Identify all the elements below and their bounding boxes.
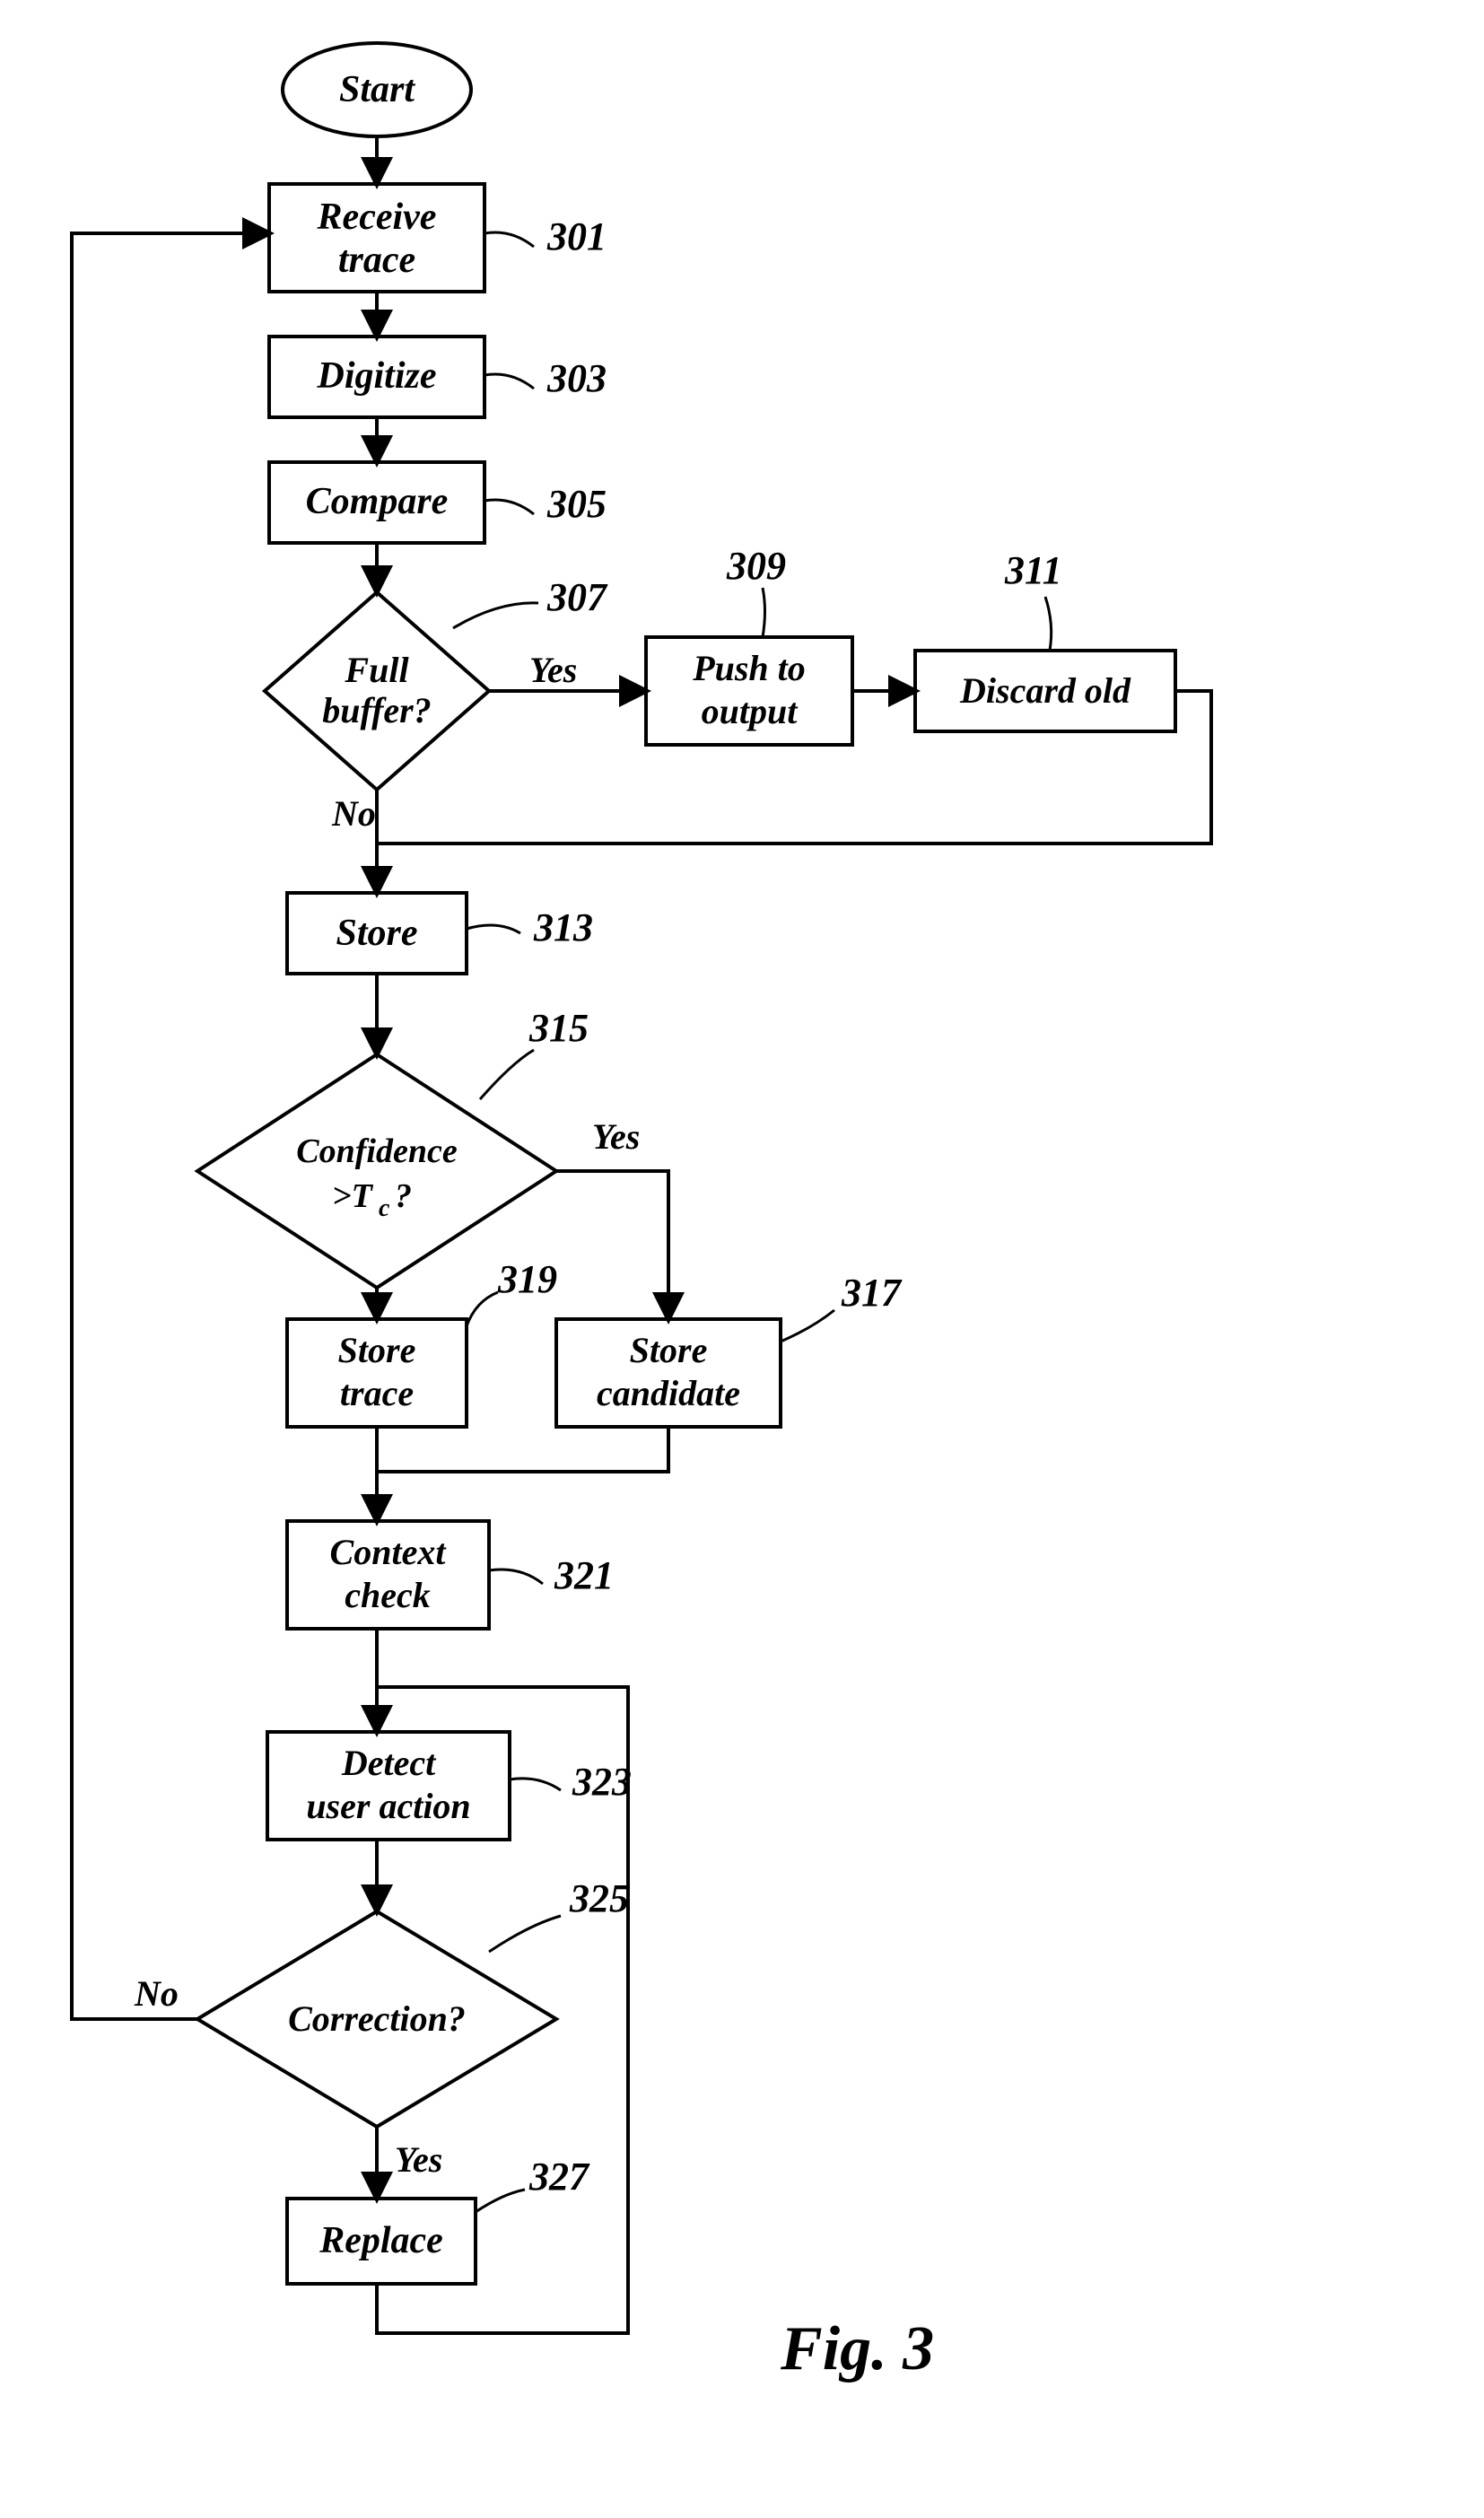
receive-trace-text1: Receive <box>317 197 437 238</box>
ref-315: 315 <box>528 1006 589 1050</box>
lead-323 <box>510 1779 561 1790</box>
edge-correction-no-loop <box>72 233 269 2019</box>
ref-319: 319 <box>497 1257 557 1301</box>
edge-candidate-merge <box>377 1427 668 1472</box>
start-label: Start <box>339 69 415 110</box>
context-check-text2: check <box>345 1575 431 1615</box>
lead-325 <box>489 1916 561 1952</box>
discard-old-text: Discard old <box>959 670 1131 711</box>
confidence-q: ? <box>395 1177 412 1215</box>
lead-301 <box>484 232 534 247</box>
confidence-text1: Confidence <box>296 1132 458 1170</box>
detect-user-text2: user action <box>306 1786 470 1826</box>
replace-text: Replace <box>319 2220 443 2261</box>
lead-317 <box>781 1310 834 1342</box>
full-buffer-text2: buffer? <box>322 690 431 730</box>
store-candidate-text2: candidate <box>597 1373 740 1413</box>
lead-315 <box>480 1050 534 1099</box>
lead-319 <box>467 1292 498 1326</box>
lead-321 <box>489 1569 543 1584</box>
ref-305: 305 <box>546 482 607 526</box>
correction-text: Correction? <box>288 1998 466 2039</box>
lead-303 <box>484 374 534 389</box>
figure-caption: Fig. 3 <box>780 2314 934 2383</box>
ref-313: 313 <box>533 905 593 949</box>
correction-yes: Yes <box>395 2139 442 2180</box>
lead-327 <box>476 2190 525 2212</box>
edge-conf-candidate <box>556 1171 668 1319</box>
push-output-text1: Push to <box>692 648 806 688</box>
lead-311 <box>1045 597 1052 651</box>
fullbuf-yes: Yes <box>529 650 577 690</box>
store-trace-text2: trace <box>340 1373 414 1413</box>
lead-307 <box>453 603 538 628</box>
confidence-decision <box>197 1054 556 1288</box>
ref-317: 317 <box>841 1271 903 1315</box>
confidence-sub: c <box>379 1194 390 1222</box>
ref-307: 307 <box>546 575 608 619</box>
store-trace-text1: Store <box>338 1330 416 1370</box>
lead-313 <box>467 925 520 933</box>
conf-yes: Yes <box>592 1116 640 1157</box>
ref-323: 323 <box>572 1760 632 1804</box>
context-check-text1: Context <box>330 1532 448 1572</box>
receive-trace-text2: trace <box>338 240 415 281</box>
ref-327: 327 <box>528 2155 590 2199</box>
store-text: Store <box>336 913 417 954</box>
store-candidate-text1: Store <box>630 1330 708 1370</box>
ref-309: 309 <box>726 544 786 588</box>
fullbuf-no: No <box>331 793 376 834</box>
compare-text: Compare <box>306 481 449 522</box>
lead-309 <box>763 588 765 637</box>
confidence-text2: >T <box>332 1177 374 1215</box>
ref-303: 303 <box>546 356 607 400</box>
push-output-text2: output <box>702 691 799 731</box>
ref-325: 325 <box>569 1876 629 1920</box>
lead-305 <box>484 500 534 514</box>
ref-311: 311 <box>1004 548 1062 592</box>
digitize-text: Digitize <box>317 355 437 397</box>
ref-321: 321 <box>554 1553 614 1597</box>
ref-301: 301 <box>546 214 607 258</box>
full-buffer-text1: Full <box>344 650 409 690</box>
correction-no: No <box>134 1973 179 2014</box>
detect-user-text1: Detect <box>341 1743 437 1783</box>
